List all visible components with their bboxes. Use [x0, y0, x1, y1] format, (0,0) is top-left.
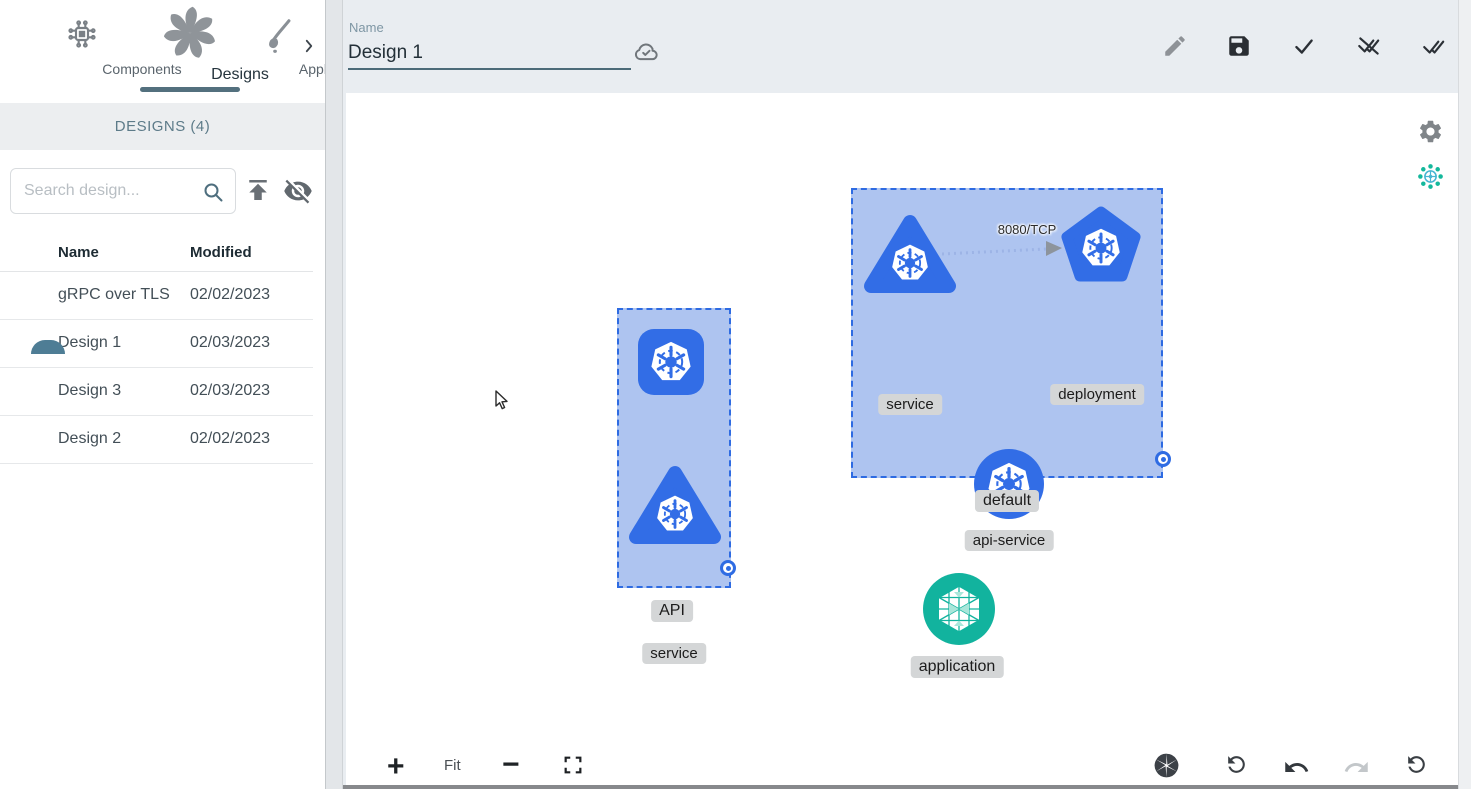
designs-pinwheel-icon: [164, 6, 216, 60]
node-label: service: [878, 394, 942, 415]
group-label: API: [651, 600, 693, 622]
zoom-out-button[interactable]: −: [502, 748, 520, 782]
node-pod[interactable]: [638, 329, 704, 395]
panel-divider[interactable]: [325, 0, 343, 789]
right-scrollbar-track[interactable]: [1458, 0, 1471, 789]
design-name-input[interactable]: [348, 38, 631, 68]
table-row[interactable]: Design 2 02/02/2023: [0, 416, 313, 464]
design-name-underline: [348, 68, 631, 70]
group-resize-handle[interactable]: [720, 560, 736, 576]
design-name: gRPC over TLS: [58, 286, 170, 304]
applications-icon: [262, 16, 296, 54]
design-name: Design 3: [58, 382, 121, 400]
designs-sidebar: Name Modified gRPC over TLS 02/02/2023 D…: [0, 150, 325, 789]
save-icon[interactable]: [1226, 33, 1252, 59]
node-label: api-service: [965, 530, 1054, 551]
design-modified: 02/02/2023: [190, 286, 270, 304]
design-name-label: Name: [349, 20, 384, 35]
node-service[interactable]: [864, 213, 956, 295]
node-label: service: [642, 643, 706, 664]
visibility-off-icon[interactable]: [283, 176, 313, 206]
search-design-box: [10, 168, 236, 214]
designs-table-header: Name Modified: [0, 232, 313, 272]
tab-components[interactable]: Components: [20, 0, 142, 103]
design-canvas[interactable]: pod service API service deployment 8080/…: [346, 93, 1458, 785]
node-deployment[interactable]: [1061, 205, 1141, 283]
components-icon: [66, 18, 98, 50]
node-application[interactable]: [922, 572, 996, 646]
cloud-saved-icon: [632, 37, 660, 65]
design-name: Design 1: [58, 334, 121, 352]
node-service[interactable]: [629, 464, 721, 546]
design-modified: 02/02/2023: [190, 430, 270, 448]
group-node-api[interactable]: pod service: [617, 308, 731, 588]
design-modified: 02/03/2023: [190, 334, 270, 352]
deploy-icon[interactable]: [1421, 33, 1447, 59]
edit-pencil-icon[interactable]: [1162, 33, 1188, 59]
design-workspace: Name: [343, 0, 1471, 789]
table-row[interactable]: gRPC over TLS 02/02/2023: [0, 272, 313, 320]
tabs-overflow-chevron-icon[interactable]: [300, 36, 318, 56]
undo-icon[interactable]: [1283, 754, 1310, 781]
group-label: default: [975, 490, 1039, 512]
search-icon[interactable]: [201, 180, 225, 204]
column-name[interactable]: Name: [58, 244, 99, 261]
group-node-default[interactable]: service deployment 8080/TCP api-service: [851, 188, 1163, 478]
screenshot-shutter-icon[interactable]: [1153, 752, 1180, 779]
zoom-in-button[interactable]: +: [387, 750, 405, 784]
kubernetes-context-icon[interactable]: [1417, 163, 1444, 190]
undeploy-icon[interactable]: [1356, 33, 1382, 59]
design-name: Design 2: [58, 430, 121, 448]
category-tabs: Components Designs: [0, 0, 325, 103]
table-row[interactable]: Design 3 02/03/2023: [0, 368, 313, 416]
fullscreen-icon[interactable]: [562, 754, 584, 776]
active-tab-underline: [140, 87, 240, 92]
reset-view-icon[interactable]: [1404, 752, 1429, 777]
redo-icon[interactable]: [1343, 754, 1370, 781]
mouse-cursor: [492, 390, 512, 412]
refresh-layout-icon[interactable]: [1224, 752, 1249, 777]
validate-check-icon[interactable]: [1291, 33, 1317, 59]
edge-label: 8080/TCP: [998, 222, 1057, 237]
node-label: application: [911, 656, 1004, 678]
designs-section-header: DESIGNS (4): [0, 103, 325, 150]
design-modified: 02/03/2023: [190, 382, 270, 400]
column-modified[interactable]: Modified: [190, 244, 252, 261]
bottom-scrollbar[interactable]: [343, 785, 1471, 789]
group-resize-handle[interactable]: [1155, 451, 1171, 467]
settings-gear-icon[interactable]: [1417, 118, 1444, 145]
node-label: deployment: [1050, 384, 1144, 405]
designs-table: gRPC over TLS 02/02/2023 Design 1 02/03/…: [0, 272, 313, 464]
zoom-fit-button[interactable]: Fit: [444, 757, 461, 774]
designs-count-label: DESIGNS (4): [115, 118, 211, 135]
upload-design-icon[interactable]: [243, 175, 273, 205]
